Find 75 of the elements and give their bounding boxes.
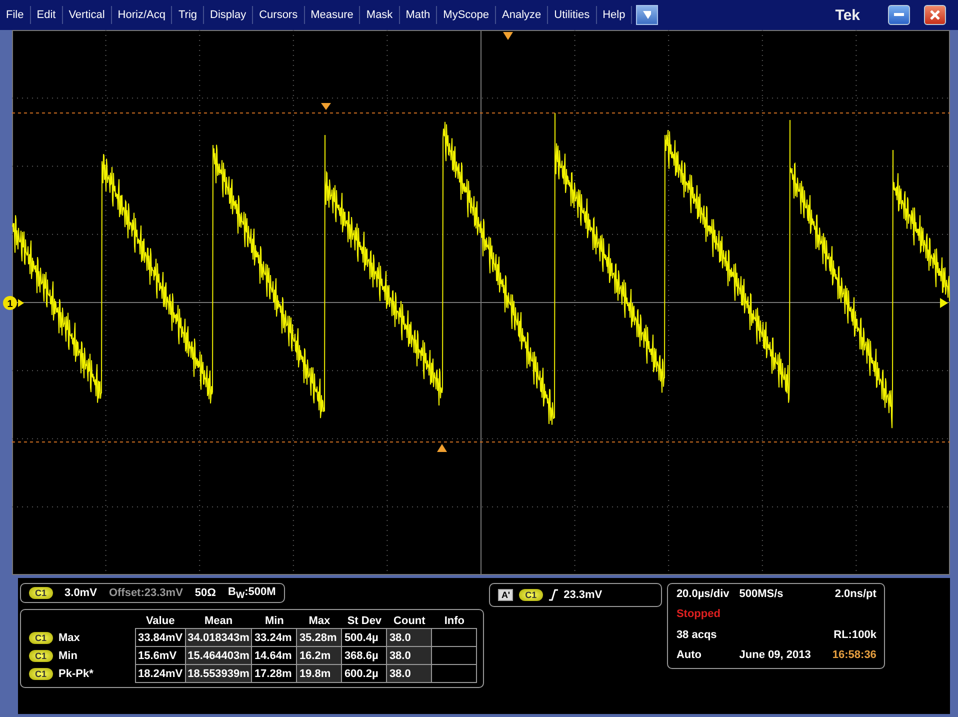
menu-item[interactable]: Analyze — [496, 6, 548, 24]
table-cell: 38.0 — [386, 646, 432, 665]
table-cell: 38.0 — [386, 664, 432, 683]
sample-rate: 500MS/s — [739, 588, 784, 602]
table-cell: 18.553939m — [185, 664, 252, 683]
table-cell — [432, 628, 477, 647]
menu-item[interactable]: Horiz/Acq — [112, 6, 172, 24]
table-cell: 38.0 — [386, 628, 432, 647]
menu-item[interactable]: Cursors — [253, 6, 305, 24]
acquisition-count: 38 acqs — [676, 628, 718, 642]
record-length: RL:100k — [832, 628, 876, 642]
column-header: Count — [386, 614, 432, 629]
cursor-marker-icon — [437, 444, 447, 452]
column-header: Mean — [185, 614, 252, 629]
date: June 09, 2013 — [739, 648, 811, 663]
menu-item[interactable]: Mask — [360, 6, 400, 24]
minimize-button[interactable] — [888, 5, 910, 25]
channel-badge[interactable]: C1 — [29, 650, 53, 662]
table-cell: 16.2m — [296, 646, 342, 665]
rising-edge-icon — [548, 589, 558, 601]
impedance-label: 50Ω — [194, 587, 216, 600]
cursor-marker-icon — [321, 103, 331, 110]
menu-item[interactable]: Display — [204, 6, 254, 24]
channel-badge[interactable]: C1 — [519, 589, 543, 601]
menu-item[interactable]: Edit — [30, 6, 63, 24]
menu-item[interactable]: Help — [596, 6, 632, 24]
menu-item[interactable]: MyScope — [437, 6, 496, 24]
trigger-mode-badge: A' — [498, 589, 514, 601]
menu-item[interactable]: Trig — [172, 6, 204, 24]
table-cell: 33.84mV — [136, 628, 186, 647]
menu-item[interactable]: Measure — [304, 6, 360, 24]
trigger-level-icon[interactable] — [940, 298, 948, 308]
menu-item[interactable]: Math — [400, 6, 438, 24]
table-cell: 34.018343m — [185, 628, 252, 647]
measurement-name: Pk-Pk* — [58, 668, 94, 680]
table-cell: 19.8m — [296, 664, 342, 683]
time-scale: 20.0µs/div — [676, 588, 730, 602]
table-cell — [432, 646, 477, 665]
caret-icon — [643, 11, 652, 19]
cursor-line[interactable] — [12, 112, 950, 114]
menu-item[interactable]: File — [0, 6, 31, 24]
table-cell: 18.24mV — [136, 664, 186, 683]
close-button[interactable] — [924, 5, 946, 25]
offset-label: Offset:23.3mV — [108, 587, 183, 600]
measurement-name: Max — [58, 632, 80, 644]
dropdown-button[interactable] — [636, 5, 658, 25]
column-header: Info — [432, 614, 477, 629]
measurement-name: Min — [58, 650, 78, 662]
table-cell: 35.28m — [296, 628, 342, 647]
trigger-position-icon[interactable] — [503, 32, 513, 40]
column-header: Min — [252, 614, 297, 629]
vertical-scale: 3.0mV — [64, 587, 97, 600]
trigger-mode: Auto — [676, 648, 702, 663]
column-header: Max — [296, 614, 342, 629]
table-cell: 500.4µ — [342, 628, 387, 647]
channel-badge[interactable]: C1 — [29, 632, 53, 644]
column-header: Value — [136, 614, 186, 629]
channel-number: 1 — [7, 299, 13, 310]
time-per-point: 2.0ns/pt — [834, 588, 876, 602]
table-cell: 15.464403m — [185, 646, 252, 665]
table-cell: 33.24m — [252, 628, 297, 647]
table-cell: 15.6mV — [136, 646, 186, 665]
table-cell — [432, 664, 477, 683]
brand-logo: Tek — [835, 6, 860, 24]
menu-item[interactable]: Utilities — [548, 6, 597, 24]
run-status: Stopped — [676, 608, 722, 622]
close-icon — [930, 10, 940, 20]
trigger-level: 23.3mV — [564, 589, 602, 601]
channel-badge[interactable]: C1 — [29, 587, 53, 600]
menu-item[interactable]: Vertical — [62, 6, 112, 24]
channel-badge[interactable]: C1 — [29, 668, 53, 680]
minimize-icon — [894, 13, 904, 17]
bandwidth-label: B$_{W}$:500M — [228, 586, 276, 600]
column-header: St Dev — [342, 614, 387, 629]
time: 16:58:36 — [831, 648, 876, 663]
